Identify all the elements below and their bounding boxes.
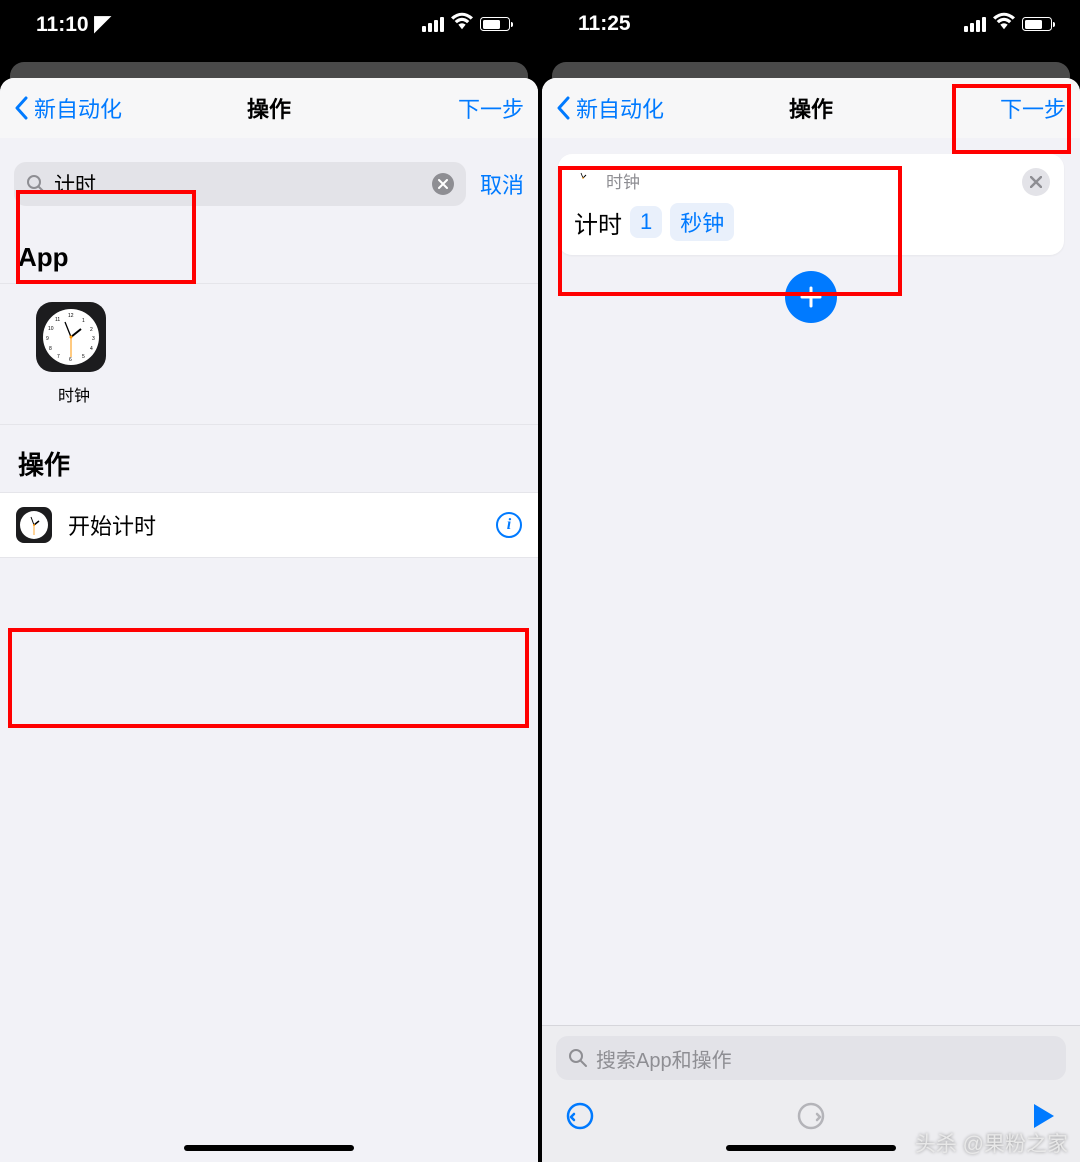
svg-text:10: 10 — [48, 326, 54, 332]
battery-icon — [1022, 17, 1052, 31]
modal-sheet: 新自动化 操作 下一步 计时 取消 App 12 12 3 45 6 789 1011 — [0, 78, 538, 1162]
x-icon — [1030, 176, 1042, 188]
x-icon — [438, 179, 448, 189]
nav-title: 操作 — [247, 92, 291, 124]
svg-text:1: 1 — [82, 318, 85, 324]
clock-app-icon: 12 12 3 45 6 789 1011 — [36, 302, 106, 372]
status-time: 11:10 ◤ — [36, 12, 111, 37]
svg-text:3: 3 — [92, 336, 95, 342]
undo-button[interactable] — [564, 1100, 596, 1132]
action-row-start-timer[interactable]: 开始计时 i — [0, 493, 538, 557]
redo-button[interactable] — [795, 1100, 827, 1132]
app-grid: 12 12 3 45 6 789 1011 时钟 — [0, 283, 538, 425]
redo-icon — [795, 1100, 827, 1132]
search-value: 计时 — [54, 169, 432, 199]
cellular-icon — [422, 17, 444, 32]
battery-icon — [480, 17, 510, 31]
svg-text:11: 11 — [55, 317, 60, 323]
watermark: 头杀 @果粉之家 — [915, 1128, 1068, 1158]
search-placeholder: 搜索App和操作 — [596, 1044, 732, 1073]
next-button[interactable]: 下一步 — [1000, 92, 1066, 124]
action-list: 开始计时 i — [0, 492, 538, 558]
section-header-action: 操作 — [0, 425, 538, 492]
svg-text:8: 8 — [49, 346, 52, 352]
add-action-button[interactable] — [785, 271, 837, 323]
svg-text:5: 5 — [82, 354, 85, 360]
home-indicator[interactable] — [726, 1145, 896, 1151]
wifi-icon — [451, 12, 473, 36]
action-card-timer[interactable]: 时钟 计时 1 秒钟 — [558, 154, 1064, 255]
card-app-name: 时钟 — [606, 168, 640, 193]
svg-text:4: 4 — [90, 346, 93, 352]
section-header-app: App — [0, 222, 538, 283]
home-indicator[interactable] — [184, 1145, 354, 1151]
svg-text:9: 9 — [46, 336, 49, 342]
chevron-left-icon — [14, 96, 28, 120]
back-button[interactable]: 新自动化 — [556, 92, 664, 124]
search-actions-input[interactable]: 搜索App和操作 — [556, 1036, 1066, 1080]
status-bar: 11:10 ◤ — [0, 0, 538, 48]
navigation-bar: 新自动化 操作 下一步 — [542, 78, 1080, 138]
status-time: 11:25 — [578, 12, 631, 36]
clock-icon — [574, 169, 598, 193]
clock-icon — [16, 507, 52, 543]
card-prefix: 计时 — [574, 205, 622, 240]
timer-value-pill[interactable]: 1 — [630, 206, 662, 238]
phone-right: 11:25 新自动化 操作 下一步 时钟 — [542, 0, 1080, 1162]
search-icon — [568, 1048, 588, 1068]
plus-icon — [799, 285, 823, 309]
delete-card-button[interactable] — [1022, 168, 1050, 196]
cancel-search-button[interactable]: 取消 — [480, 168, 524, 200]
timer-unit-pill[interactable]: 秒钟 — [670, 203, 734, 241]
app-item-clock[interactable]: 12 12 3 45 6 789 1011 时钟 — [36, 302, 112, 406]
search-icon — [26, 174, 46, 194]
modal-sheet: 新自动化 操作 下一步 时钟 计时 1 秒钟 — [542, 78, 1080, 1162]
svg-text:12: 12 — [68, 313, 74, 319]
svg-text:7: 7 — [57, 354, 60, 360]
next-button[interactable]: 下一步 — [458, 92, 524, 124]
search-input[interactable]: 计时 — [14, 162, 466, 206]
status-bar: 11:25 — [542, 0, 1080, 48]
wifi-icon — [993, 12, 1015, 36]
svg-text:6: 6 — [69, 357, 72, 363]
nav-title: 操作 — [789, 92, 833, 124]
navigation-bar: 新自动化 操作 下一步 — [0, 78, 538, 138]
cellular-icon — [964, 17, 986, 32]
location-icon: ◤ — [94, 11, 110, 36]
chevron-left-icon — [556, 96, 570, 120]
action-label: 开始计时 — [68, 509, 480, 541]
phone-left: 11:10 ◤ 新自动化 操作 下一步 计时 — [0, 0, 538, 1162]
info-icon[interactable]: i — [496, 512, 522, 538]
svg-text:2: 2 — [90, 327, 93, 333]
clear-search-button[interactable] — [432, 173, 454, 195]
undo-icon — [564, 1100, 596, 1132]
app-label: 时钟 — [36, 382, 112, 406]
back-button[interactable]: 新自动化 — [14, 92, 122, 124]
